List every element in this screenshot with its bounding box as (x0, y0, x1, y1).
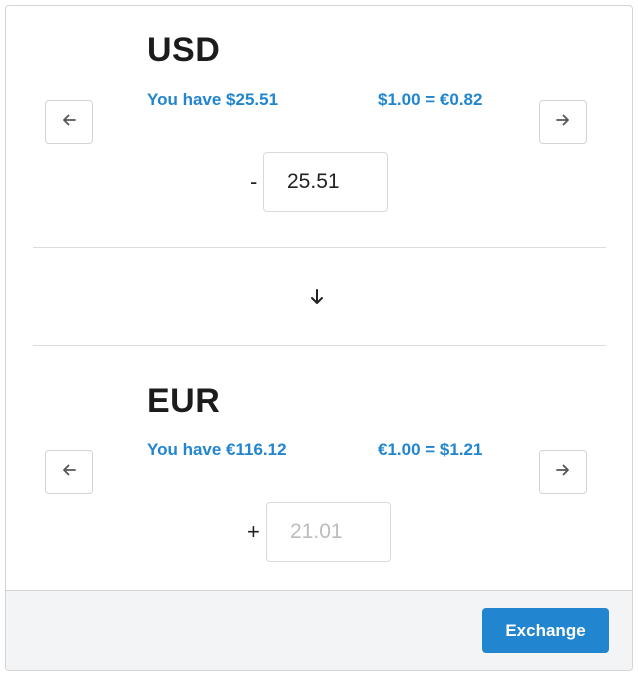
exchange-card: USD You have $25.51 $1.00 = €0.82 - EUR … (5, 5, 633, 671)
exchange-button[interactable]: Exchange (482, 608, 609, 653)
from-next-currency-button[interactable] (539, 100, 587, 144)
to-amount-input[interactable] (266, 502, 391, 562)
arrow-right-icon (554, 111, 572, 134)
to-sign: + (247, 519, 260, 544)
to-prev-currency-button[interactable] (45, 450, 93, 494)
to-rate: €1.00 = $1.21 (378, 440, 483, 459)
arrow-down-icon (307, 287, 327, 307)
to-next-currency-button[interactable] (539, 450, 587, 494)
from-currency-code: USD (147, 31, 221, 69)
to-currency-code: EUR (147, 382, 221, 420)
to-currency-section: EUR You have €116.12 €1.00 = $1.21 + (6, 346, 632, 590)
to-balance: You have €116.12 (147, 440, 287, 459)
from-amount-input[interactable] (263, 152, 388, 212)
divider (33, 247, 606, 248)
from-sign: - (250, 169, 258, 194)
arrow-right-icon (554, 461, 572, 484)
from-currency-section: USD You have $25.51 $1.00 = €0.82 - (6, 6, 632, 248)
arrow-left-icon (60, 111, 78, 134)
from-balance: You have $25.51 (147, 90, 279, 109)
arrow-left-icon (60, 461, 78, 484)
from-prev-currency-button[interactable] (45, 100, 93, 144)
from-rate: $1.00 = €0.82 (378, 90, 483, 109)
footer: Exchange (6, 590, 632, 670)
